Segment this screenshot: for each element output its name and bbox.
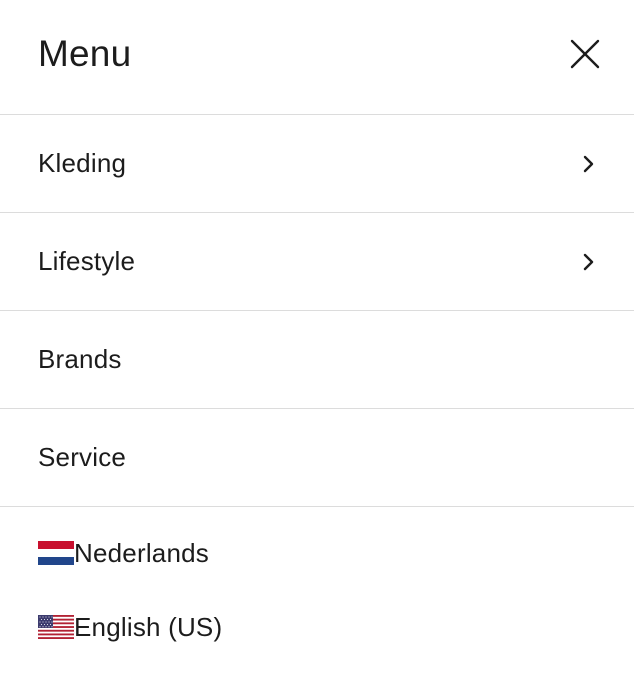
flag-us-icon — [38, 615, 74, 639]
menu-item-label: Kleding — [38, 148, 127, 178]
flag-netherlands-icon — [38, 541, 74, 565]
menu-nav-list: Kleding Lifestyle Brands Service — [0, 115, 634, 507]
language-label: English (US) — [74, 611, 223, 642]
menu-item-kleding[interactable]: Kleding — [0, 115, 634, 213]
menu-item-label: Brands — [38, 344, 122, 374]
close-menu-button[interactable] — [568, 37, 602, 71]
menu-header: Menu — [0, 0, 634, 115]
mobile-menu-panel: Menu Kleding Lifestyle Brands Service Ne… — [0, 0, 634, 676]
menu-item-lifestyle[interactable]: Lifestyle — [0, 213, 634, 311]
close-icon — [570, 39, 600, 69]
menu-item-brands[interactable]: Brands — [0, 311, 634, 409]
language-list: Nederlands English (US) — [0, 507, 634, 664]
chevron-right-icon — [578, 154, 598, 174]
menu-item-label: Service — [38, 442, 127, 472]
chevron-right-icon — [578, 252, 598, 272]
menu-title: Menu — [38, 33, 132, 74]
language-option-english-us[interactable]: English (US) — [0, 590, 634, 664]
language-label: Nederlands — [74, 537, 209, 568]
menu-item-label: Lifestyle — [38, 246, 136, 276]
language-option-nederlands[interactable]: Nederlands — [0, 516, 634, 590]
menu-item-service[interactable]: Service — [0, 409, 634, 507]
